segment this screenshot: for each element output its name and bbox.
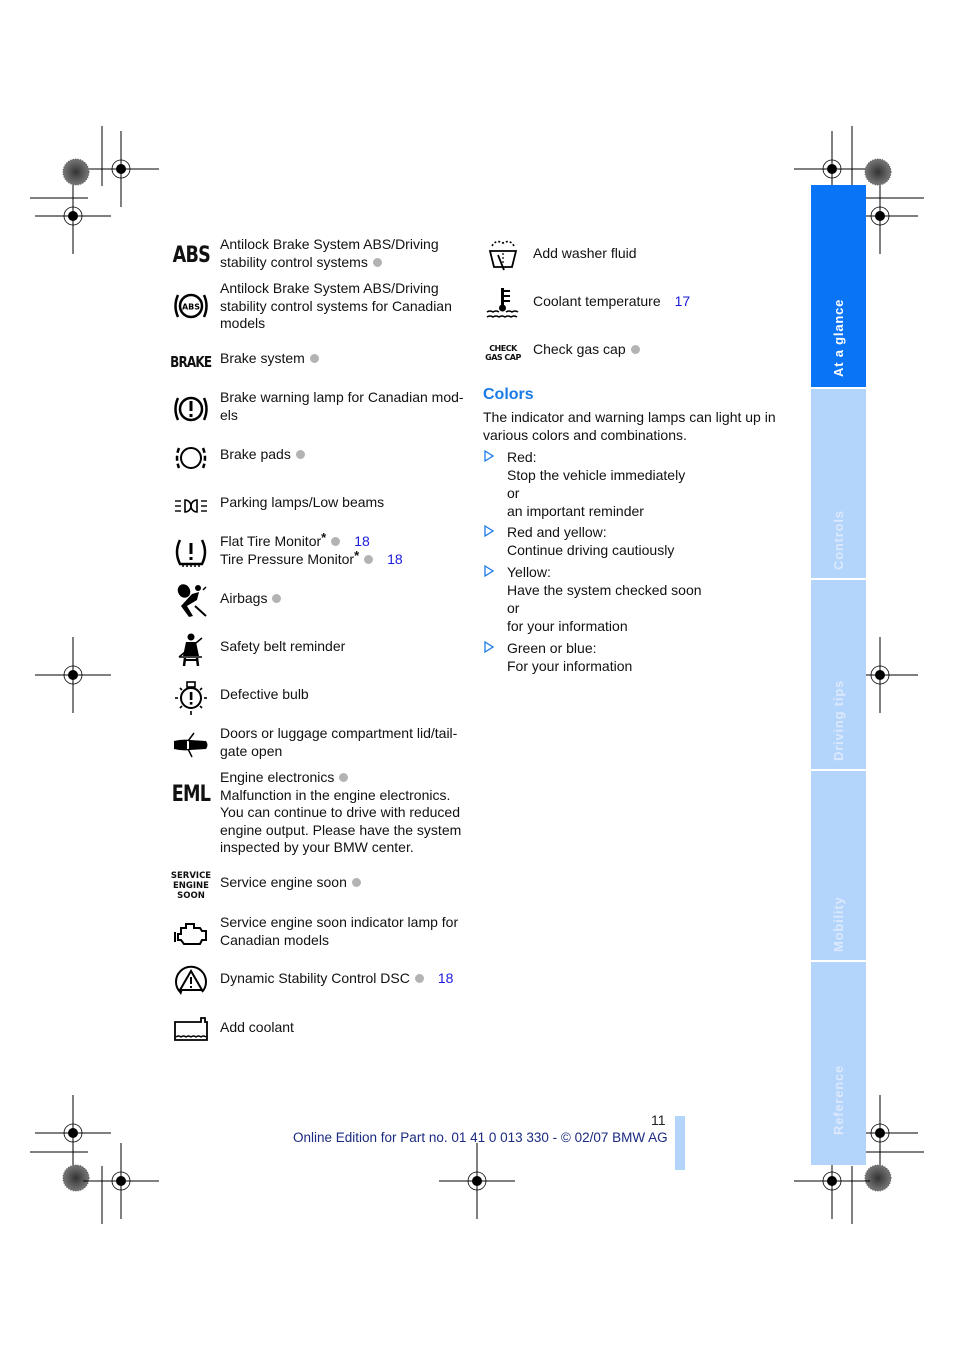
lamp-description: Check gas cap xyxy=(533,341,783,359)
lamp-description: Antilock Brake System ABS/Driving stabil… xyxy=(220,280,452,332)
lamp-description: Brake pads xyxy=(220,446,470,464)
bullet-triangle-icon xyxy=(484,564,495,578)
lamp-item: Brake warning lamp for Canadian mod- els xyxy=(170,389,470,427)
defective-bulb-icon xyxy=(170,680,212,716)
bullet-triangle-icon xyxy=(484,449,495,463)
availability-dot xyxy=(295,450,305,459)
lamp-description: Safety belt reminder xyxy=(220,638,346,654)
lamp-description: Service engine soon xyxy=(220,874,470,892)
add-coolant-icon xyxy=(170,1015,212,1045)
lamp-item: Airbags xyxy=(170,584,470,620)
availability-dot xyxy=(372,257,382,267)
lamp-description: Parking lamps/Low beams xyxy=(220,494,385,510)
abs-icon: ABS xyxy=(172,242,210,268)
tab-driving-tips[interactable]: Driving tips xyxy=(811,580,866,769)
lamp-description: Dynamic Stability Control DSC 18 xyxy=(220,970,454,986)
lamp-item: SERVICE ENGINE SOON Service engine soon xyxy=(170,871,470,906)
svg-text:ABS: ABS xyxy=(182,303,200,312)
lamp-item: Add coolant xyxy=(170,1017,470,1049)
registration-target xyxy=(82,130,160,208)
lamp-description: Flat Tire Monitor* 18 Tire Pressure Monit… xyxy=(220,530,403,567)
dsc-icon xyxy=(170,964,212,1000)
lamp-description: Doors or luggage compartment lid/tail- g… xyxy=(220,725,458,759)
page-marker-bar xyxy=(675,1116,685,1170)
lamp-item: Coolant temperature 17 xyxy=(483,288,783,319)
lamp-description: Add washer fluid xyxy=(533,245,637,261)
bullet-triangle-icon xyxy=(484,524,495,538)
lamp-item: Parking lamps/Low beams xyxy=(170,494,470,518)
lamp-description: Add coolant xyxy=(220,1019,294,1035)
brake-pads-icon xyxy=(170,442,212,474)
lamp-item: ABS Antilock Brake System ABS/Driving st… xyxy=(170,280,470,334)
coolant-temperature-icon xyxy=(483,285,523,321)
crop-mark xyxy=(30,1151,103,1224)
availability-dot xyxy=(364,554,374,564)
abs-circle-icon: ABS xyxy=(170,288,212,324)
check-gas-cap-icon: CHECK GAS CAP xyxy=(485,344,521,362)
lamp-item: Service engine soon indicator lamp for C… xyxy=(170,914,470,952)
lamp-description: Service engine soon indicator lamp for C… xyxy=(220,914,459,948)
lamp-item: Safety belt reminder xyxy=(170,633,470,668)
service-engine-soon-icon: SERVICE ENGINE SOON xyxy=(170,871,212,901)
lamp-item: ABS Antilock Brake System ABS/Driving st… xyxy=(170,236,470,272)
brake-text-icon: BRAKE xyxy=(170,353,212,371)
page-number: 11 xyxy=(651,1112,666,1128)
lamp-description: Brake warning lamp for Canadian mod- els xyxy=(220,389,464,423)
crop-mark xyxy=(30,126,103,199)
page-reference-link[interactable]: 18 xyxy=(354,533,370,549)
availability-dot xyxy=(630,345,640,354)
lamp-item: CHECK GAS CAP Check gas cap xyxy=(483,341,783,367)
lamp-item: Brake pads xyxy=(170,446,470,476)
section-heading-colors: Colors xyxy=(483,386,534,403)
door-open-icon xyxy=(170,729,212,761)
lamp-description: Coolant temperature 17 xyxy=(533,293,691,309)
bullet-triangle-icon xyxy=(484,640,495,654)
color-disc xyxy=(864,158,892,186)
availability-dot xyxy=(272,594,282,603)
tab-controls[interactable]: Controls xyxy=(811,389,866,578)
lamp-item: Doors or luggage compartment lid/tail- g… xyxy=(170,725,470,763)
availability-dot xyxy=(414,974,424,983)
tab-reference[interactable]: Reference xyxy=(811,962,866,1165)
availability-dot xyxy=(339,773,349,782)
lamp-description: Defective bulb xyxy=(220,686,309,702)
lamp-item: Defective bulb xyxy=(170,681,470,716)
color-disc xyxy=(62,1164,90,1192)
color-disc xyxy=(864,1164,892,1192)
parking-lamps-icon xyxy=(170,496,212,516)
registration-target xyxy=(34,636,112,714)
page-reference-link[interactable]: 17 xyxy=(675,293,691,309)
tab-mobility[interactable]: Mobility xyxy=(811,771,866,960)
airbag-icon xyxy=(170,582,212,618)
lamp-description: Airbags xyxy=(220,590,470,608)
tire-monitor-icon xyxy=(170,535,212,571)
lamp-item: Add washer fluid xyxy=(483,240,783,271)
brake-warning-icon xyxy=(170,391,212,427)
availability-dot xyxy=(309,354,319,363)
registration-target xyxy=(34,1094,112,1172)
lamp-description: Brake system xyxy=(220,350,470,368)
engine-icon xyxy=(170,918,212,950)
washer-fluid-icon xyxy=(483,237,523,273)
lamp-item: Dynamic Stability Control DSC 18 xyxy=(170,965,470,1000)
availability-dot xyxy=(331,537,341,546)
eml-icon: EML xyxy=(171,781,211,807)
lamp-description: Engine electronics Malfunction in the en… xyxy=(220,769,462,856)
registration-target xyxy=(82,1142,160,1220)
registration-target xyxy=(34,177,112,255)
footer-edition-text: Online Edition for Part no. 01 41 0 013 … xyxy=(293,1130,668,1145)
registration-target xyxy=(438,1142,516,1220)
availability-dot xyxy=(351,878,361,887)
lamp-item: EML Engine electronics Malfunction in th… xyxy=(170,769,470,859)
page-reference-link[interactable]: 18 xyxy=(438,970,454,986)
lamp-description: Antilock Brake System ABS/Driving stabil… xyxy=(220,236,439,270)
tab-at-a-glance[interactable]: At a glance xyxy=(811,185,866,387)
color-disc xyxy=(62,158,90,186)
colors-intro-text: The indicator and warning lamps can ligh… xyxy=(483,409,776,443)
page-reference-link[interactable]: 18 xyxy=(387,551,403,567)
lamp-item: Flat Tire Monitor* 18 Tire Pressure Monit… xyxy=(170,530,470,573)
seat-belt-icon xyxy=(170,632,212,668)
lamp-item: BRAKE Brake system xyxy=(170,350,470,372)
